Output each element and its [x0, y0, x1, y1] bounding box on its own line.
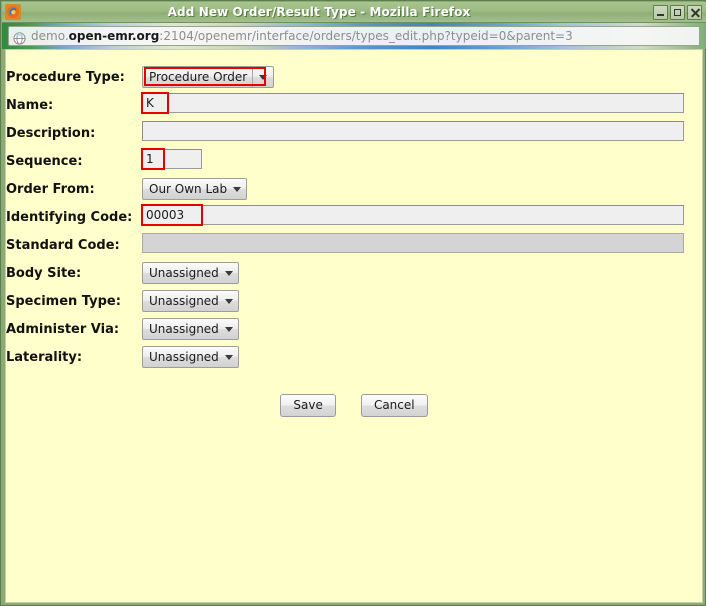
- procedure-type-value: Procedure Order: [143, 67, 252, 87]
- globe-icon: [13, 30, 26, 43]
- specimen-type-select[interactable]: Unassigned: [142, 290, 239, 312]
- label-standard-code: Standard Code:: [6, 231, 142, 259]
- order-from-select[interactable]: Our Own Lab: [142, 178, 247, 200]
- administer-via-select[interactable]: Unassigned: [142, 318, 239, 340]
- laterality-select[interactable]: Unassigned: [142, 346, 239, 368]
- form-row-standard-code: Standard Code:: [6, 231, 702, 259]
- chevron-down-icon: [225, 355, 233, 360]
- label-body-site: Body Site:: [6, 259, 142, 287]
- form-row-order-from: Order From: Our Own Lab: [6, 175, 702, 203]
- form-row-administer-via: Administer Via: Unassigned: [6, 315, 702, 343]
- form-row-body-site: Body Site: Unassigned: [6, 259, 702, 287]
- chevron-down-icon: [233, 187, 241, 192]
- form-row-sequence: Sequence: 1: [6, 147, 702, 175]
- order-type-form: Procedure Type: Procedure Order Name:: [6, 63, 702, 371]
- url-host: open-emr.org: [69, 29, 160, 43]
- identifying-code-highlight: 00003: [142, 205, 684, 229]
- label-specimen-type: Specimen Type:: [6, 287, 142, 315]
- laterality-value: Unassigned: [149, 350, 219, 364]
- label-identifying-code: Identifying Code:: [6, 203, 142, 231]
- minimize-button[interactable]: [653, 5, 668, 20]
- save-button[interactable]: Save: [280, 394, 335, 417]
- window-controls: [653, 5, 702, 20]
- page-content: Procedure Type: Procedure Order Name:: [5, 49, 703, 603]
- form-row-name: Name: K: [6, 91, 702, 119]
- window-title: Add New Order/Result Type - Mozilla Fire…: [0, 5, 653, 19]
- label-administer-via: Administer Via:: [6, 315, 142, 343]
- administer-via-value: Unassigned: [149, 322, 219, 336]
- name-highlight: K: [142, 93, 684, 117]
- chevron-down-icon[interactable]: [252, 67, 273, 87]
- procedure-type-select[interactable]: Procedure Order: [142, 66, 274, 88]
- body-site-value: Unassigned: [149, 266, 219, 280]
- browser-window: Add New Order/Result Type - Mozilla Fire…: [0, 0, 706, 606]
- label-order-from: Order From:: [6, 175, 142, 203]
- standard-code-input: [142, 233, 684, 253]
- label-laterality: Laterality:: [6, 343, 142, 371]
- form-row-identifying-code: Identifying Code: 00003: [6, 203, 702, 231]
- form-row-procedure-type: Procedure Type: Procedure Order: [6, 63, 702, 91]
- form-row-laterality: Laterality: Unassigned: [6, 343, 702, 371]
- cancel-button[interactable]: Cancel: [361, 394, 428, 417]
- chevron-down-icon: [225, 271, 233, 276]
- close-button[interactable]: [687, 5, 702, 20]
- label-procedure-type: Procedure Type:: [6, 63, 142, 91]
- window-titlebar: Add New Order/Result Type - Mozilla Fire…: [2, 2, 706, 23]
- label-name: Name:: [6, 91, 142, 119]
- chevron-down-icon: [225, 299, 233, 304]
- identifying-code-input[interactable]: 00003: [142, 205, 684, 225]
- form-button-row: Save Cancel: [6, 394, 702, 417]
- url-prefix: demo.: [31, 29, 69, 43]
- firefox-icon: [5, 4, 21, 20]
- label-description: Description:: [6, 119, 142, 147]
- body-site-select[interactable]: Unassigned: [142, 262, 239, 284]
- description-input[interactable]: [142, 121, 684, 141]
- address-bar[interactable]: demo.open-emr.org:2104/openemr/interface…: [8, 26, 700, 46]
- navigation-toolbar: demo.open-emr.org:2104/openemr/interface…: [2, 23, 706, 49]
- order-from-value: Our Own Lab: [149, 182, 227, 196]
- sequence-highlight: 1: [142, 149, 202, 173]
- procedure-type-highlight: Procedure Order: [142, 66, 274, 88]
- form-row-specimen-type: Specimen Type: Unassigned: [6, 287, 702, 315]
- url-suffix: :2104/openemr/interface/orders/types_edi…: [159, 29, 572, 43]
- name-input[interactable]: K: [142, 93, 684, 113]
- chevron-down-icon: [225, 327, 233, 332]
- address-bar-text: demo.open-emr.org:2104/openemr/interface…: [31, 29, 573, 43]
- label-sequence: Sequence:: [6, 147, 142, 175]
- maximize-button[interactable]: [670, 5, 685, 20]
- form-row-description: Description:: [6, 119, 702, 147]
- specimen-type-value: Unassigned: [149, 294, 219, 308]
- sequence-input[interactable]: 1: [142, 149, 202, 169]
